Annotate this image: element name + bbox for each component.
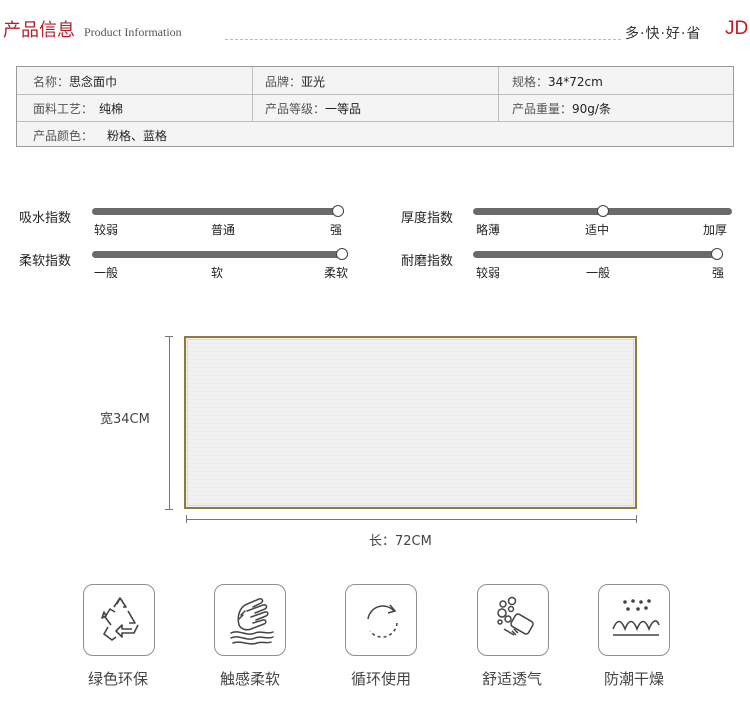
- absorbency-tick-high: 强: [330, 223, 343, 237]
- absorbency-tick-low: 较弱: [94, 223, 119, 237]
- softness-knob: [336, 248, 348, 260]
- thickness-label: 厚度指数: [401, 211, 454, 226]
- durability-tick-high: 强: [712, 266, 725, 280]
- feature-label-eco: 绿色环保: [87, 670, 148, 688]
- spec-fabric: 面料工艺： 纯棉: [33, 102, 124, 116]
- section-subtitle: Product Information: [84, 25, 182, 39]
- spec-table: 名称：思念面巾 品牌：亚光 规格：34*72cm 面料工艺： 纯棉 产品等级：一等…: [16, 66, 734, 147]
- table-divider: [17, 121, 733, 122]
- length-dimension-cap: [186, 515, 187, 523]
- towel-diagram: [184, 336, 637, 509]
- spec-brand: 品牌：亚光: [265, 75, 326, 89]
- hand-touch-icon: [214, 584, 286, 656]
- durability-tick-low: 较弱: [476, 266, 501, 280]
- width-label: 宽34CM: [100, 412, 150, 427]
- spec-size: 规格：34*72cm: [512, 75, 603, 89]
- bubbles-soap-icon: [477, 584, 549, 656]
- table-divider: [252, 67, 253, 121]
- length-label: 长：72CM: [369, 534, 432, 549]
- spec-color: 产品颜色： 粉格、蓝格: [33, 129, 168, 143]
- thickness-tick-low: 略薄: [476, 223, 501, 237]
- absorbency-knob: [332, 205, 344, 217]
- spec-grade: 产品等级：一等品: [265, 102, 362, 116]
- durability-track: [473, 251, 723, 258]
- length-dimension-cap: [636, 515, 637, 523]
- softness-tick-high: 柔软: [324, 266, 349, 280]
- durability-knob: [711, 248, 723, 260]
- length-dimension-line: [186, 519, 637, 520]
- slogan: 多·快·好·省: [625, 26, 702, 42]
- thickness-knob: [596, 205, 609, 217]
- width-dimension-cap: [165, 336, 173, 337]
- softness-label: 柔软指数: [19, 254, 72, 269]
- spec-weight: 产品重量：90g/条: [512, 102, 611, 116]
- moisture-wave-icon: [598, 584, 670, 656]
- softness-tick-low: 一般: [94, 266, 119, 280]
- feature-label-soft: 触感柔软: [219, 670, 280, 688]
- absorbency-track: [92, 208, 344, 215]
- cycle-arrow-icon: [345, 584, 417, 656]
- towel-inner-border: [187, 339, 634, 506]
- feature-label-breathable: 舒适透气: [481, 670, 542, 688]
- table-divider: [498, 67, 499, 121]
- feature-label-reuse: 循环使用: [350, 670, 411, 688]
- softness-track: [92, 251, 348, 258]
- durability-tick-mid: 一般: [586, 266, 611, 280]
- thickness-tick-mid: 适中: [585, 223, 610, 237]
- absorbency-label: 吸水指数: [19, 211, 72, 226]
- recycle-icon: [83, 584, 155, 656]
- width-dimension-cap: [165, 509, 173, 510]
- absorbency-tick-mid: 普通: [211, 223, 236, 237]
- softness-tick-mid: 软: [211, 266, 224, 280]
- thickness-tick-high: 加厚: [703, 223, 728, 237]
- table-divider: [17, 94, 733, 95]
- width-dimension-line: [169, 336, 170, 510]
- feature-label-moisture: 防潮干燥: [603, 670, 664, 688]
- section-title: 产品信息: [3, 20, 75, 41]
- durability-label: 耐磨指数: [401, 254, 454, 269]
- header-divider: [225, 39, 621, 40]
- jd-logo: JD: [725, 18, 749, 39]
- spec-name: 名称：思念面巾: [33, 75, 118, 89]
